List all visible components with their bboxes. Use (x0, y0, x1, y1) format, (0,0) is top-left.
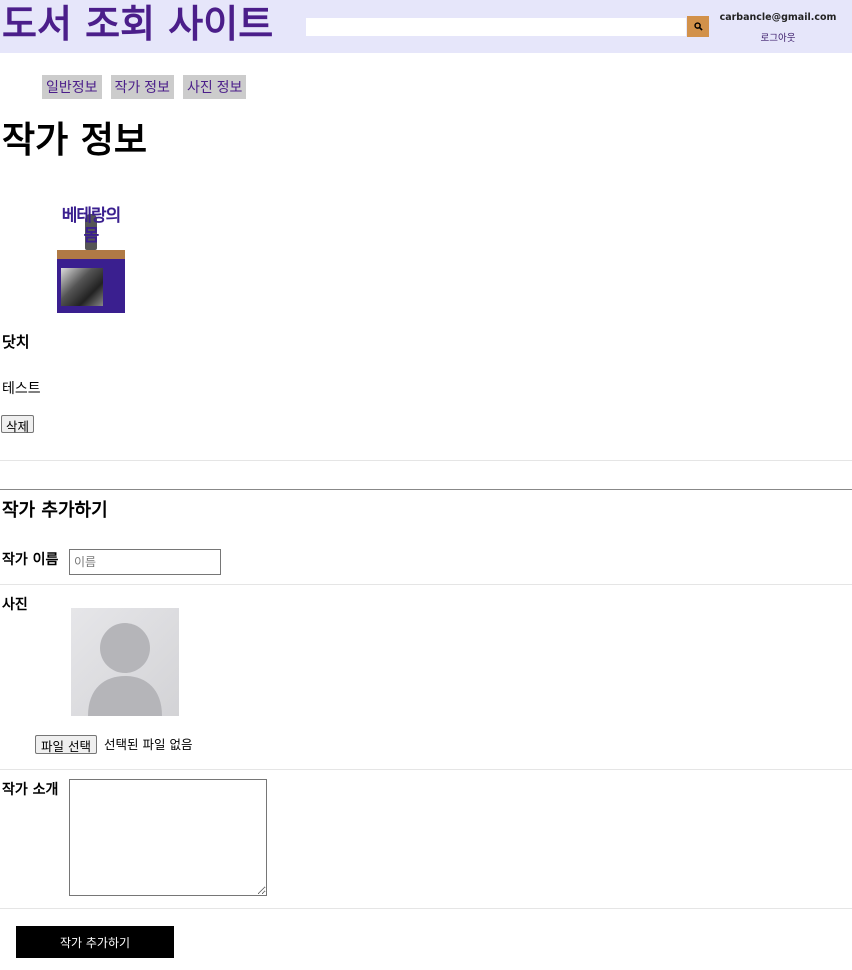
page-title: 작가 정보 (2, 120, 148, 161)
user-email: carbancle@gmail.com (719, 12, 837, 23)
author-name-input[interactable] (69, 549, 221, 575)
author-intro-label: 작가 소개 (2, 782, 59, 798)
author-name: 닷치 (2, 333, 30, 351)
delete-author-button[interactable]: 삭제 (1, 415, 35, 434)
file-select-button[interactable]: 파일 선택 (35, 735, 97, 754)
site-header: 도서 조회 사이트 carbancle@gmail.com 로그아웃 (0, 0, 852, 53)
info-tabs: 일반정보 작가 정보 사진 정보 (42, 75, 247, 99)
search-input[interactable] (306, 18, 686, 36)
divider (0, 908, 852, 909)
divider (0, 460, 852, 461)
search-button[interactable] (687, 16, 709, 37)
tab-photo-info[interactable]: 사진 정보 (182, 75, 247, 99)
person-icon (71, 608, 179, 716)
file-status-text: 선택된 파일 없음 (104, 737, 193, 752)
search-icon (693, 22, 703, 31)
add-author-submit-button[interactable]: 작가 추가하기 (16, 926, 174, 958)
cover-title: 베테랑의 몸 (61, 206, 122, 246)
add-author-title: 작가 추가하기 (2, 500, 108, 521)
tab-author-info[interactable]: 작가 정보 (110, 75, 174, 99)
cover-strip (57, 250, 125, 259)
book-cover-image: 베테랑의 몸 (57, 206, 125, 313)
avatar-placeholder-image (71, 608, 179, 716)
cover-photo (61, 268, 103, 306)
logout-link[interactable]: 로그아웃 (718, 30, 838, 44)
site-title[interactable]: 도서 조회 사이트 (2, 0, 273, 48)
section-divider (0, 489, 852, 490)
divider (0, 769, 852, 770)
author-intro-textarea[interactable] (69, 779, 267, 896)
tab-general-info[interactable]: 일반정보 (42, 75, 102, 99)
photo-label: 사진 (2, 597, 28, 613)
author-name-label: 작가 이름 (2, 552, 59, 568)
divider (0, 584, 852, 585)
author-description: 테스트 (2, 381, 41, 397)
